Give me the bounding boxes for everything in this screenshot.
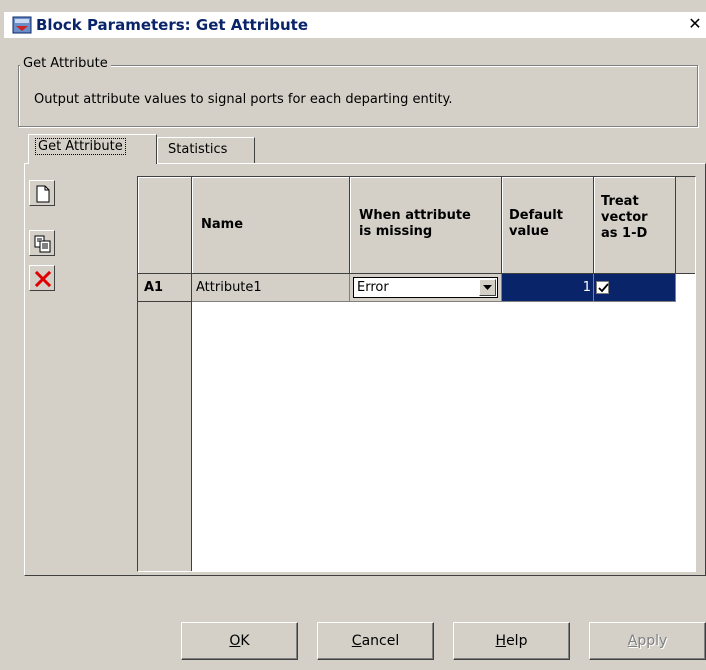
header-label: When attribute — [359, 208, 471, 223]
column-header-when-missing[interactable]: When attribute is missing — [350, 177, 502, 274]
tab-get-attribute[interactable]: Get Attribute — [28, 134, 157, 164]
tab-label: Get Attribute — [35, 138, 126, 155]
block-description: Output attribute values to signal ports … — [34, 92, 453, 107]
treat-vector-checkbox[interactable] — [596, 281, 609, 294]
cell-when-missing[interactable]: Error — [350, 274, 502, 302]
add-row-button[interactable] — [29, 180, 55, 206]
help-button[interactable]: Help — [453, 622, 570, 660]
button-label: elp — [506, 633, 528, 649]
mnemonic: A — [627, 633, 638, 649]
header-label: value — [509, 224, 549, 239]
column-header-treat-vector[interactable]: Treat vector as 1-D — [594, 177, 676, 274]
header-filler — [676, 177, 695, 274]
row-header-column — [138, 274, 192, 571]
row-header-a1[interactable]: A1 — [138, 274, 192, 302]
when-missing-dropdown[interactable]: Error — [353, 277, 498, 298]
chevron-down-icon[interactable] — [479, 279, 496, 296]
header-label: Name — [201, 217, 244, 232]
column-header-name[interactable]: Name — [192, 177, 350, 274]
header-label: Default — [509, 208, 563, 223]
ok-button[interactable]: OK — [181, 622, 298, 660]
column-header-default-value[interactable]: Default value — [502, 177, 594, 274]
close-icon[interactable]: ✕ — [686, 15, 704, 33]
delete-row-button[interactable] — [29, 265, 55, 291]
group-legend: Get Attribute — [20, 55, 111, 73]
cell-attribute-name[interactable]: Attribute1 — [192, 274, 350, 302]
window-title: Block Parameters: Get Attribute — [36, 16, 309, 34]
title-bar[interactable]: Block Parameters: Get Attribute ✕ — [4, 12, 706, 38]
copy-row-button[interactable] — [29, 230, 55, 256]
tab-label: Statistics — [168, 142, 228, 157]
header-label: is missing — [359, 224, 433, 239]
simulink-block-icon — [12, 15, 32, 35]
cancel-button[interactable]: Cancel — [317, 622, 434, 660]
dropdown-value: Error — [357, 280, 389, 295]
button-label: K — [240, 633, 250, 649]
corner-header — [138, 177, 192, 274]
button-label: pply — [637, 633, 668, 649]
header-label: as 1-D — [601, 226, 648, 241]
attribute-table: Name When attribute is missing Default v… — [137, 176, 696, 572]
tab-statistics[interactable]: Statistics — [157, 137, 255, 164]
header-label: vector — [601, 210, 648, 225]
cell-treat-vector[interactable] — [594, 274, 676, 302]
header-label: Treat — [601, 194, 639, 209]
dialog-window: Block Parameters: Get Attribute ✕ Get At… — [0, 0, 706, 670]
mnemonic: H — [495, 633, 507, 649]
mnemonic: O — [229, 633, 241, 649]
mnemonic: C — [351, 633, 362, 649]
button-label: ancel — [361, 633, 400, 649]
cell-default-value[interactable]: 1 — [502, 274, 594, 302]
apply-button: Apply — [589, 622, 706, 660]
